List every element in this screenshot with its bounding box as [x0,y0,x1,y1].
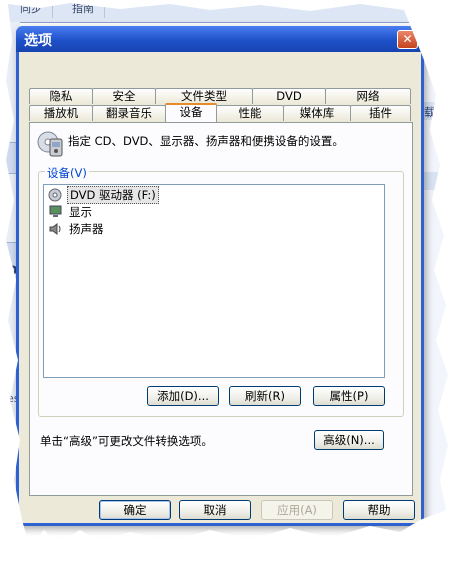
torn-edge-overlay [0,0,463,571]
